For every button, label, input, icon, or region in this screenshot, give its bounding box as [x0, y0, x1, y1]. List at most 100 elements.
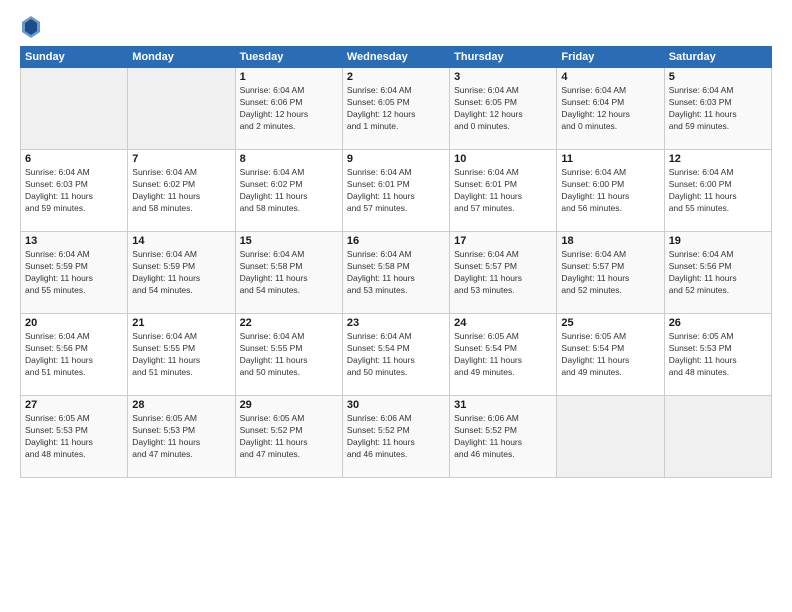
calendar-cell: 22Sunrise: 6:04 AMSunset: 5:55 PMDayligh… [235, 314, 342, 396]
day-number: 9 [347, 153, 445, 165]
day-number: 6 [25, 153, 123, 165]
day-info: Sunrise: 6:04 AMSunset: 5:57 PMDaylight:… [561, 249, 659, 297]
calendar-cell: 31 Sunrise: 6:06 AMSunset: 5:52 PMDayligh… [450, 396, 557, 478]
calendar-cell: 27 Sunrise: 6:05 AMSunset: 5:53 PMDayligh… [21, 396, 128, 478]
day-number: 31 [454, 399, 552, 411]
day-number: 1 [240, 71, 338, 83]
day-info: Sunrise: 6:04 AMSunset: 5:56 PMDaylight:… [25, 331, 123, 379]
day-info: Sunrise: 6:04 AMSunset: 5:57 PMDaylight:… [454, 249, 552, 297]
day-number: 8 [240, 153, 338, 165]
calendar-header-wednesday: Wednesday [342, 47, 449, 68]
day-number: 23 [347, 317, 445, 329]
calendar-cell: 30 Sunrise: 6:06 AMSunset: 5:52 PMDayligh… [342, 396, 449, 478]
calendar-cell: 15 Sunrise: 6:04 AMSunset: 5:58 PMDayligh… [235, 232, 342, 314]
calendar-cell: 7 Sunrise: 6:04 AMSunset: 6:02 PMDaylight… [128, 150, 235, 232]
calendar-header-monday: Monday [128, 47, 235, 68]
calendar-cell [21, 68, 128, 150]
calendar-cell: 24 Sunrise: 6:05 AMSunset: 5:54 PMDayligh… [450, 314, 557, 396]
day-number: 2 [347, 71, 445, 83]
day-number: 3 [454, 71, 552, 83]
logo-icon [22, 16, 40, 38]
calendar-header-row: SundayMondayTuesdayWednesdayThursdayFrid… [21, 47, 772, 68]
calendar-cell: 5 Sunrise: 6:04 AMSunset: 6:03 PMDaylight… [664, 68, 771, 150]
day-info: Sunrise: 6:04 AMSunset: 6:05 PMDaylight:… [454, 85, 552, 133]
day-info: Sunrise: 6:05 AMSunset: 5:54 PMDaylight:… [561, 331, 659, 379]
day-number: 27 [25, 399, 123, 411]
day-info: Sunrise: 6:04 AMSunset: 6:01 PMDaylight:… [347, 167, 445, 215]
calendar-cell: 12 Sunrise: 6:04 AMSunset: 6:00 PMDayligh… [664, 150, 771, 232]
calendar-cell [128, 68, 235, 150]
calendar-cell: 14Sunrise: 6:04 AMSunset: 5:59 PMDayligh… [128, 232, 235, 314]
calendar-cell: 20 Sunrise: 6:04 AMSunset: 5:56 PMDayligh… [21, 314, 128, 396]
calendar-cell: 18Sunrise: 6:04 AMSunset: 5:57 PMDayligh… [557, 232, 664, 314]
calendar-cell: 29Sunrise: 6:05 AMSunset: 5:52 PMDayligh… [235, 396, 342, 478]
calendar-table: SundayMondayTuesdayWednesdayThursdayFrid… [20, 46, 772, 478]
day-number: 4 [561, 71, 659, 83]
calendar-cell [557, 396, 664, 478]
day-number: 30 [347, 399, 445, 411]
day-info: Sunrise: 6:06 AMSunset: 5:52 PMDaylight:… [454, 413, 552, 461]
day-info: Sunrise: 6:04 AMSunset: 6:00 PMDaylight:… [669, 167, 767, 215]
day-info: Sunrise: 6:04 AMSunset: 5:59 PMDaylight:… [132, 249, 230, 297]
day-number: 19 [669, 235, 767, 247]
calendar-cell: 3 Sunrise: 6:04 AMSunset: 6:05 PMDaylight… [450, 68, 557, 150]
day-info: Sunrise: 6:06 AMSunset: 5:52 PMDaylight:… [347, 413, 445, 461]
day-number: 26 [669, 317, 767, 329]
calendar-header-sunday: Sunday [21, 47, 128, 68]
calendar-week-5: 27 Sunrise: 6:05 AMSunset: 5:53 PMDayligh… [21, 396, 772, 478]
day-number: 10 [454, 153, 552, 165]
day-info: Sunrise: 6:04 AMSunset: 6:03 PMDaylight:… [669, 85, 767, 133]
day-number: 12 [669, 153, 767, 165]
day-info: Sunrise: 6:04 AMSunset: 6:04 PMDaylight:… [561, 85, 659, 133]
day-info: Sunrise: 6:05 AMSunset: 5:53 PMDaylight:… [25, 413, 123, 461]
day-number: 25 [561, 317, 659, 329]
calendar-cell [664, 396, 771, 478]
calendar-cell: 1 Sunrise: 6:04 AMSunset: 6:06 PMDaylight… [235, 68, 342, 150]
day-number: 20 [25, 317, 123, 329]
day-number: 15 [240, 235, 338, 247]
calendar-cell: 11Sunrise: 6:04 AMSunset: 6:00 PMDayligh… [557, 150, 664, 232]
calendar-header-thursday: Thursday [450, 47, 557, 68]
day-number: 17 [454, 235, 552, 247]
day-info: Sunrise: 6:04 AMSunset: 5:54 PMDaylight:… [347, 331, 445, 379]
calendar-header-tuesday: Tuesday [235, 47, 342, 68]
day-info: Sunrise: 6:04 AMSunset: 6:03 PMDaylight:… [25, 167, 123, 215]
day-info: Sunrise: 6:05 AMSunset: 5:53 PMDaylight:… [132, 413, 230, 461]
day-info: Sunrise: 6:04 AMSunset: 6:05 PMDaylight:… [347, 85, 445, 133]
day-info: Sunrise: 6:04 AMSunset: 5:56 PMDaylight:… [669, 249, 767, 297]
calendar-header-friday: Friday [557, 47, 664, 68]
calendar-cell: 21Sunrise: 6:04 AMSunset: 5:55 PMDayligh… [128, 314, 235, 396]
calendar-cell: 25 Sunrise: 6:05 AMSunset: 5:54 PMDayligh… [557, 314, 664, 396]
day-info: Sunrise: 6:04 AMSunset: 5:59 PMDaylight:… [25, 249, 123, 297]
day-info: Sunrise: 6:04 AMSunset: 5:58 PMDaylight:… [347, 249, 445, 297]
day-number: 21 [132, 317, 230, 329]
day-number: 5 [669, 71, 767, 83]
day-number: 7 [132, 153, 230, 165]
calendar-cell: 2 Sunrise: 6:04 AMSunset: 6:05 PMDaylight… [342, 68, 449, 150]
calendar-cell: 26 Sunrise: 6:05 AMSunset: 5:53 PMDayligh… [664, 314, 771, 396]
calendar-cell: 6 Sunrise: 6:04 AMSunset: 6:03 PMDaylight… [21, 150, 128, 232]
logo [20, 16, 40, 38]
day-info: Sunrise: 6:04 AMSunset: 6:02 PMDaylight:… [132, 167, 230, 215]
day-info: Sunrise: 6:04 AMSunset: 5:58 PMDaylight:… [240, 249, 338, 297]
calendar-cell: 10 Sunrise: 6:04 AMSunset: 6:01 PMDayligh… [450, 150, 557, 232]
page: SundayMondayTuesdayWednesdayThursdayFrid… [0, 0, 792, 612]
day-info: Sunrise: 6:04 AMSunset: 6:02 PMDaylight:… [240, 167, 338, 215]
calendar-cell: 13Sunrise: 6:04 AMSunset: 5:59 PMDayligh… [21, 232, 128, 314]
calendar-cell: 16 Sunrise: 6:04 AMSunset: 5:58 PMDayligh… [342, 232, 449, 314]
day-info: Sunrise: 6:05 AMSunset: 5:53 PMDaylight:… [669, 331, 767, 379]
day-number: 24 [454, 317, 552, 329]
day-info: Sunrise: 6:05 AMSunset: 5:54 PMDaylight:… [454, 331, 552, 379]
day-info: Sunrise: 6:04 AMSunset: 6:01 PMDaylight:… [454, 167, 552, 215]
header [20, 16, 772, 38]
day-info: Sunrise: 6:04 AMSunset: 5:55 PMDaylight:… [240, 331, 338, 379]
calendar-week-1: 1 Sunrise: 6:04 AMSunset: 6:06 PMDaylight… [21, 68, 772, 150]
day-info: Sunrise: 6:04 AMSunset: 6:06 PMDaylight:… [240, 85, 338, 133]
calendar-cell: 19 Sunrise: 6:04 AMSunset: 5:56 PMDayligh… [664, 232, 771, 314]
day-number: 16 [347, 235, 445, 247]
calendar-cell: 4 Sunrise: 6:04 AMSunset: 6:04 PMDaylight… [557, 68, 664, 150]
calendar-cell: 23 Sunrise: 6:04 AMSunset: 5:54 PMDayligh… [342, 314, 449, 396]
day-number: 11 [561, 153, 659, 165]
calendar-cell: 28 Sunrise: 6:05 AMSunset: 5:53 PMDayligh… [128, 396, 235, 478]
day-number: 28 [132, 399, 230, 411]
